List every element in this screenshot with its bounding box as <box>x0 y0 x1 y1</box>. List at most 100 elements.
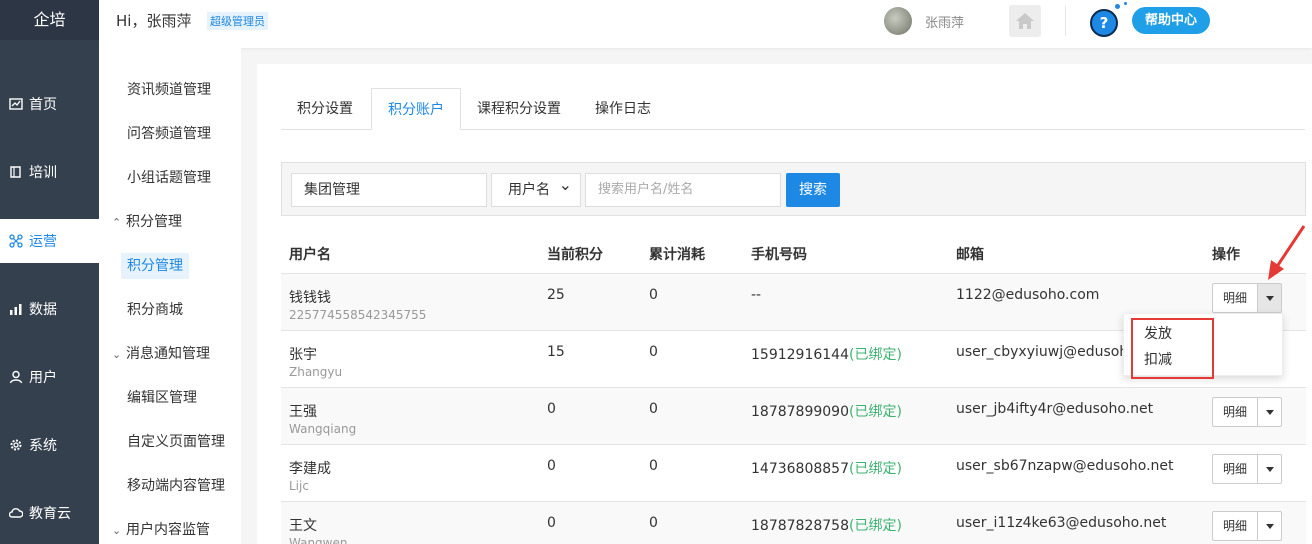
cell-name: 李建成 <box>289 461 331 477</box>
role-badge: 超级管理员 <box>207 12 268 30</box>
field-select[interactable]: 用户名 <box>491 169 581 207</box>
detail-button[interactable]: 明细 <box>1212 283 1259 313</box>
cell-points: 25 <box>547 287 565 303</box>
caret-down-icon[interactable] <box>1258 397 1283 427</box>
cell-sub: Wangwen <box>289 536 348 544</box>
subnav-label: 积分管理 <box>121 253 189 279</box>
cell-sub: Wangqiang <box>289 422 357 436</box>
avatar[interactable] <box>884 7 912 35</box>
col-header-username: 用户名 <box>289 247 331 263</box>
nav-item-training[interactable]: 培训 <box>0 150 99 194</box>
user-name[interactable]: 张雨萍 <box>925 12 964 31</box>
col-header-email: 邮箱 <box>956 247 984 263</box>
cell-name: 张宇 <box>289 347 317 363</box>
nav-label: 用户 <box>29 370 57 386</box>
bound-tag: (已绑定) <box>848 404 902 420</box>
subnav-item-group[interactable]: 小组话题管理 <box>99 163 241 193</box>
home-button[interactable] <box>1009 5 1041 37</box>
caret-down-icon[interactable] <box>1258 283 1283 313</box>
nav-item-users[interactable]: 用户 <box>0 355 99 399</box>
help-question-icon[interactable]: ? <box>1090 9 1118 37</box>
tab-course-points[interactable]: 课程积分设置 <box>461 88 577 130</box>
tab-bar: 积分设置 积分账户 课程积分设置 操作日志 <box>281 88 1305 130</box>
nav-item-operation[interactable]: 运营 <box>0 219 99 263</box>
phone-number: 18787828758 <box>751 518 849 534</box>
subnav-item-editor[interactable]: 编辑区管理 <box>99 383 241 413</box>
subnav-group-points[interactable]: ⌃ 积分管理 <box>99 207 241 237</box>
gear-icon <box>9 438 23 452</box>
detail-button[interactable]: 明细 <box>1212 454 1259 484</box>
subnav-item-custom-page[interactable]: 自定义页面管理 <box>99 427 241 457</box>
cell-consumed: 0 <box>649 401 658 417</box>
cell-name: 王文 <box>289 518 317 534</box>
subnav-group-monitor[interactable]: ⌄ 用户内容监管 <box>99 515 241 544</box>
detail-button[interactable]: 明细 <box>1212 397 1259 427</box>
tab-points-settings[interactable]: 积分设置 <box>281 88 369 130</box>
cell-phone: 15912916144(已绑定) <box>751 344 902 364</box>
nav-label: 系统 <box>29 438 57 454</box>
subnav-item-points-manage[interactable]: 积分管理 <box>99 251 241 281</box>
sub-nav: 资讯频道管理 问答频道管理 小组话题管理 ⌃ 积分管理 积分管理 积分商城 ⌄ 消息… <box>99 48 241 544</box>
search-bar: 集团管理 用户名 搜索用户名/姓名 搜索 <box>281 162 1306 216</box>
cell-points: 0 <box>547 401 556 417</box>
annotation-highlight-box <box>1131 318 1214 379</box>
bar-chart-icon <box>9 302 23 316</box>
nav-item-educloud[interactable]: 教育云 <box>0 491 99 535</box>
col-header-points: 当前积分 <box>547 247 603 263</box>
search-button[interactable]: 搜索 <box>786 173 840 207</box>
detail-button[interactable]: 明细 <box>1212 511 1259 541</box>
nav-label: 培训 <box>29 165 57 181</box>
keyword-search-input[interactable]: 搜索用户名/姓名 <box>585 173 781 207</box>
cell-consumed: 0 <box>649 458 658 474</box>
help-center-button[interactable]: 帮助中心 <box>1132 7 1211 34</box>
subnav-item-qa[interactable]: 问答频道管理 <box>99 119 241 149</box>
bound-tag: (已绑定) <box>848 347 902 363</box>
caret-down-icon[interactable] <box>1258 511 1283 541</box>
action-button-group: 明细 <box>1212 454 1283 484</box>
home-icon <box>1016 13 1034 29</box>
cell-name: 钱钱钱 <box>289 290 331 306</box>
cell-email: user_cbyxyiuwj@edusoho. <box>956 344 1141 360</box>
content-panel: 积分设置 积分账户 课程积分设置 操作日志 集团管理 用户名 搜索用户名/姓名 … <box>257 64 1312 544</box>
table-row: 李建成 Lijc 0 0 14736808857(已绑定) user_sb67n… <box>281 444 1306 501</box>
user-icon <box>9 370 23 384</box>
cell-consumed: 0 <box>649 515 658 531</box>
group-label: 消息通知管理 <box>126 346 210 362</box>
tab-operation-log[interactable]: 操作日志 <box>579 88 667 130</box>
cell-phone: 18787828758(已绑定) <box>751 515 902 535</box>
action-button-group: 明细 <box>1212 283 1283 313</box>
subnav-group-notify[interactable]: ⌄ 消息通知管理 <box>99 339 241 369</box>
brand-logo[interactable]: 企培 <box>0 0 99 40</box>
org-select-input[interactable]: 集团管理 <box>291 173 487 207</box>
divider <box>1065 6 1066 36</box>
col-header-actions: 操作 <box>1212 247 1240 263</box>
cell-sub: Lijc <box>289 479 309 493</box>
subnav-item-news[interactable]: 资讯频道管理 <box>99 75 241 105</box>
phone-number: 14736808857 <box>751 461 849 477</box>
main-nav: 企培 首页 培训 运营 数据 用户 系统 教育云 <box>0 0 99 544</box>
decor-dot <box>1115 4 1120 9</box>
greeting: Hi，张雨萍 <box>116 12 192 30</box>
col-header-phone: 手机号码 <box>751 247 807 263</box>
cell-email: user_sb67nzapw@edusoho.net <box>956 458 1174 474</box>
chevron-down-icon: ⌄ <box>112 348 122 361</box>
nav-item-home[interactable]: 首页 <box>0 82 99 126</box>
subnav-item-points-mall[interactable]: 积分商城 <box>99 295 241 325</box>
bound-tag: (已绑定) <box>848 518 902 534</box>
cell-phone: -- <box>751 287 761 303</box>
group-label: 用户内容监管 <box>126 522 210 538</box>
subnav-item-mobile[interactable]: 移动端内容管理 <box>99 471 241 501</box>
cell-email: user_jb4ifty4r@edusoho.net <box>956 401 1154 417</box>
cell-consumed: 0 <box>649 287 658 303</box>
caret-down-icon[interactable] <box>1258 454 1283 484</box>
nav-item-data[interactable]: 数据 <box>0 287 99 331</box>
bound-tag: (已绑定) <box>848 461 902 477</box>
table-row: 王强 Wangqiang 0 0 18787899090(已绑定) user_j… <box>281 387 1306 444</box>
nav-item-system[interactable]: 系统 <box>0 423 99 467</box>
cell-phone: 18787899090(已绑定) <box>751 401 902 421</box>
tab-points-account[interactable]: 积分账户 <box>371 88 461 130</box>
phone-number: -- <box>751 287 762 303</box>
cell-name: 王强 <box>289 404 317 420</box>
col-header-consumed: 累计消耗 <box>649 247 705 263</box>
top-bar: Hi，张雨萍 超级管理员 张雨萍 ? 帮助中心 <box>99 0 1312 48</box>
